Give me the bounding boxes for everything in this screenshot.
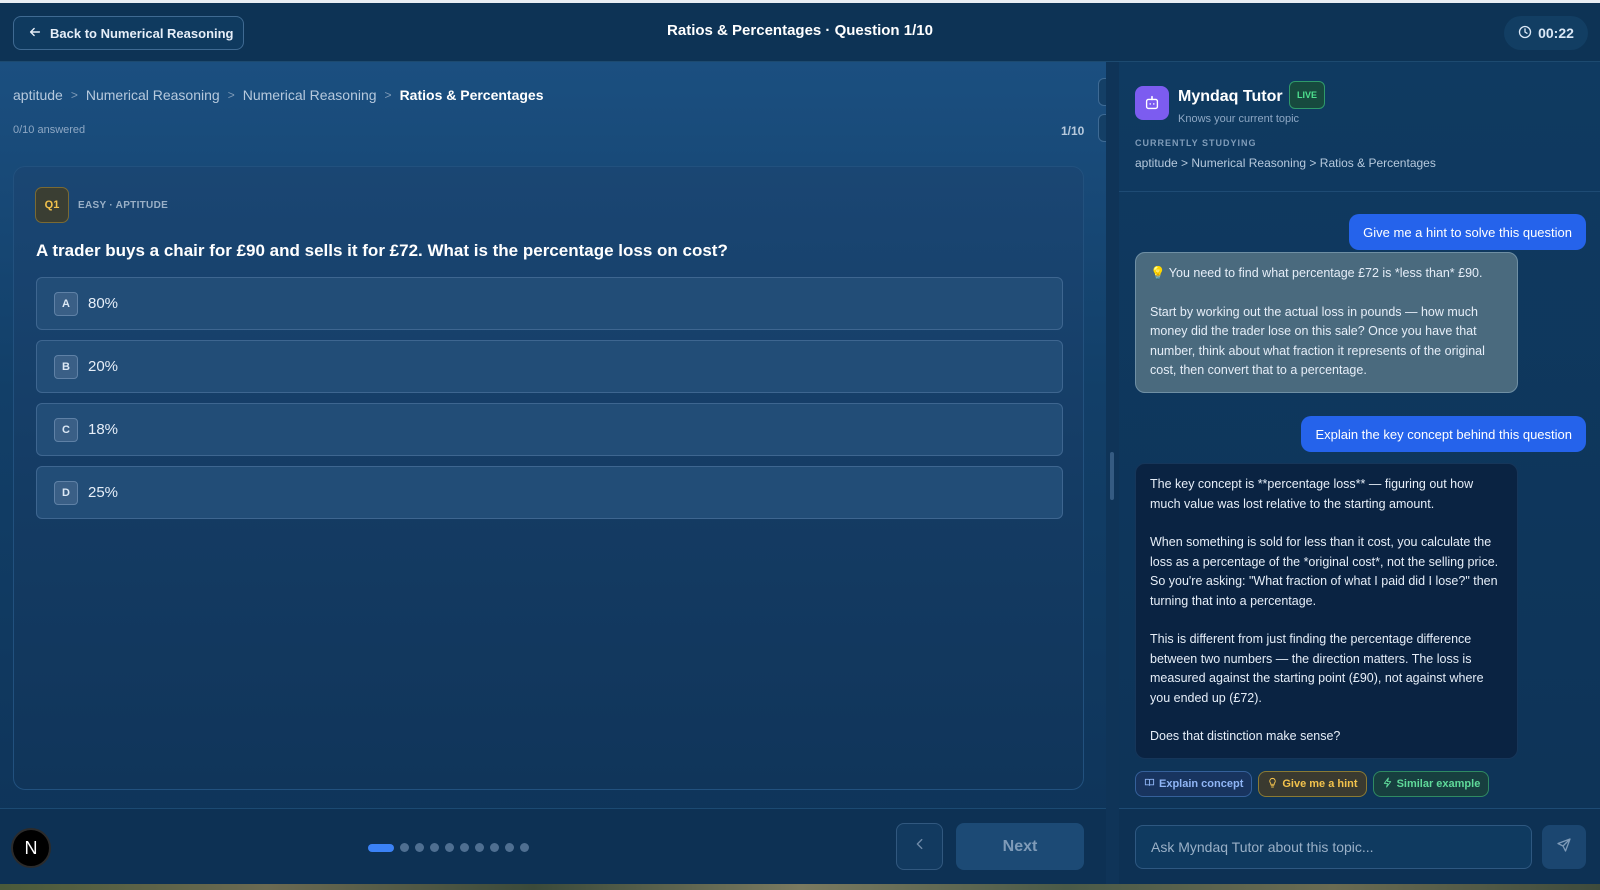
explain-concept-chip[interactable]: Explain concept <box>1135 771 1253 797</box>
message-paragraph: The key concept is **percentage loss** —… <box>1150 477 1474 511</box>
question-number-badge: Q1 <box>35 187 69 223</box>
progress-dot[interactable] <box>490 843 499 852</box>
studying-path: aptitude > Numerical Reasoning > Ratios … <box>1135 156 1436 170</box>
option-label: 80% <box>88 295 119 312</box>
ask-tutor-input[interactable] <box>1135 825 1532 869</box>
panel-resize-divider[interactable] <box>1106 62 1119 884</box>
breadcrumb-item[interactable]: aptitude <box>13 87 63 103</box>
question-card: Q1 EASY · APTITUDE A trader buys a chair… <box>13 166 1084 790</box>
assistant-message: 💡 You need to find what percentage £72 i… <box>1135 252 1518 393</box>
progress-dot[interactable] <box>475 843 484 852</box>
progress-dot[interactable] <box>415 843 424 852</box>
breadcrumb-separator: > <box>70 88 78 102</box>
option-d[interactable]: D 25% <box>36 466 1063 519</box>
option-label: 25% <box>88 484 119 501</box>
progress-dots <box>368 843 529 852</box>
background-wallpaper-strip <box>0 884 1600 890</box>
message-text: Give me a hint to solve this question <box>1363 224 1572 240</box>
progress-dot[interactable] <box>430 843 439 852</box>
studying-label: CURRENTLY STUDYING <box>1135 138 1257 148</box>
answered-count: 0/10 answered <box>13 124 86 136</box>
breadcrumb-separator: > <box>227 88 235 102</box>
live-badge: LIVE <box>1289 81 1326 109</box>
give-hint-chip[interactable]: Give me a hint <box>1258 771 1367 797</box>
option-letter: A <box>54 291 78 316</box>
next-button[interactable]: Next <box>956 823 1084 870</box>
breadcrumb-item[interactable]: Numerical Reasoning <box>243 87 377 103</box>
question-panel: aptitude > Numerical Reasoning > Numeric… <box>0 62 1128 884</box>
difficulty-label: EASY · APTITUDE <box>78 200 169 211</box>
lightbulb-icon <box>1267 777 1278 791</box>
breadcrumb-item[interactable]: Numerical Reasoning <box>86 87 220 103</box>
user-message: Give me a hint to solve this question <box>1349 214 1586 250</box>
message-paragraph: When something is sold for less than it … <box>1150 535 1499 608</box>
message-text: Explain the key concept behind this ques… <box>1315 426 1572 442</box>
tutor-subtitle: Knows your current topic <box>1178 113 1300 125</box>
option-a[interactable]: A 80% <box>36 277 1063 330</box>
previous-button[interactable] <box>896 823 943 870</box>
progress-dot[interactable] <box>445 843 454 852</box>
breadcrumb-separator: > <box>384 88 392 102</box>
robot-icon <box>1135 86 1169 120</box>
timer-value: 00:22 <box>1538 25 1574 41</box>
message-paragraph: Does that distinction make sense? <box>1150 729 1341 743</box>
option-b[interactable]: B 20% <box>36 340 1063 393</box>
question-footer: N Next <box>0 808 1106 884</box>
chip-label: Explain concept <box>1159 778 1244 790</box>
timer: 00:22 <box>1504 16 1588 50</box>
breadcrumb: aptitude > Numerical Reasoning > Numeric… <box>13 87 544 103</box>
option-label: 20% <box>88 358 119 375</box>
page-title: Ratios & Percentages · Question 1/10 <box>667 22 933 39</box>
assistant-message: The key concept is **percentage loss** —… <box>1135 463 1518 759</box>
chip-label: Give me a hint <box>1282 778 1358 790</box>
quick-actions: Explain concept Give me a hint Similar e… <box>1135 771 1490 797</box>
similar-example-chip[interactable]: Similar example <box>1372 771 1490 797</box>
progress-dot[interactable] <box>400 843 409 852</box>
send-button[interactable] <box>1542 825 1586 869</box>
user-message: Explain the key concept behind this ques… <box>1301 416 1586 452</box>
top-header: Back to Numerical Reasoning Ratios & Per… <box>0 3 1600 62</box>
message-paragraph: This is different from just finding the … <box>1150 632 1484 705</box>
progress-dot[interactable] <box>505 843 514 852</box>
progress-dot[interactable] <box>460 843 469 852</box>
question-counter: 1/10 <box>1061 124 1085 138</box>
chat-composer <box>1119 808 1600 884</box>
bolt-icon <box>1382 777 1393 791</box>
tutor-header: Myndaq Tutor LIVE Knows your current top… <box>1119 62 1600 192</box>
chip-label: Similar example <box>1396 778 1481 790</box>
progress-dot[interactable] <box>520 843 529 852</box>
question-text: A trader buys a chair for £90 and sells … <box>36 241 728 260</box>
user-avatar[interactable]: N <box>11 828 51 868</box>
tutor-panel: Myndaq Tutor LIVE Knows your current top… <box>1119 62 1600 884</box>
clock-icon <box>1518 25 1532 42</box>
tutor-name: Myndaq Tutor <box>1178 88 1283 105</box>
book-icon <box>1144 777 1155 791</box>
send-icon <box>1556 837 1572 858</box>
breadcrumb-current: Ratios & Percentages <box>399 87 544 103</box>
progress-dot[interactable] <box>368 843 394 852</box>
chevron-left-icon <box>913 837 927 856</box>
message-paragraph: Start by working out the actual loss in … <box>1150 304 1485 378</box>
option-label: 18% <box>88 421 119 438</box>
option-letter: B <box>54 354 78 379</box>
answer-options: A 80% B 20% C 18% D 25% <box>36 277 1063 519</box>
option-letter: D <box>54 480 78 505</box>
option-c[interactable]: C 18% <box>36 403 1063 456</box>
message-paragraph: 💡 You need to find what percentage £72 i… <box>1150 266 1483 280</box>
resize-handle[interactable] <box>1110 452 1114 500</box>
option-letter: C <box>54 417 78 442</box>
